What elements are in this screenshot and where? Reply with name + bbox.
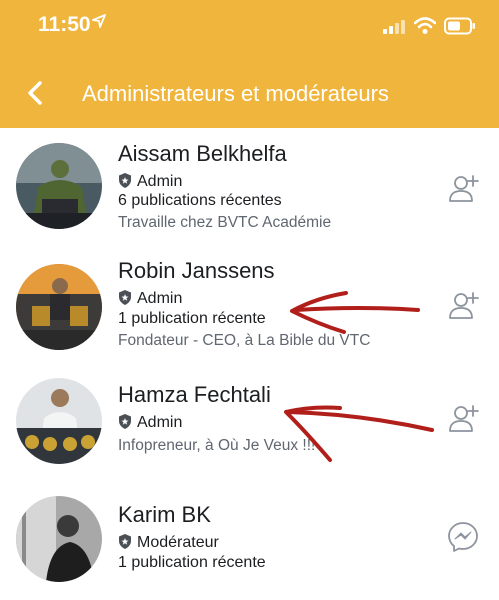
- shield-icon: [119, 173, 131, 188]
- member-role: Modérateur: [118, 534, 219, 552]
- avatar[interactable]: [16, 378, 102, 464]
- status-bar: 11:50: [0, 0, 499, 54]
- member-role-label: Admin: [137, 290, 183, 307]
- header-bar: 11:50 Administrateurs et modérateurs: [0, 0, 499, 128]
- add-friend-icon[interactable]: [446, 403, 480, 437]
- member-role: Admin: [118, 414, 182, 432]
- member-role-label: Admin: [137, 173, 183, 190]
- cellular-signal-icon: [383, 20, 405, 34]
- shield-icon: [119, 414, 131, 429]
- member-name[interactable]: Aissam Belkhelfa: [118, 141, 287, 167]
- avatar[interactable]: [16, 496, 102, 582]
- member-detail: Infopreneur, à Où Je Veux !!!: [118, 437, 316, 454]
- location-arrow-icon: [92, 14, 106, 28]
- messenger-icon[interactable]: [446, 520, 480, 554]
- member-role-label: Admin: [137, 414, 183, 431]
- list-item[interactable]: Karim BK Modérateur 1 publication récent…: [0, 480, 499, 600]
- member-name[interactable]: Karim BK: [118, 502, 211, 528]
- page-title: Administrateurs et modérateurs: [82, 81, 389, 106]
- status-time: 11:50: [38, 13, 91, 36]
- member-role-label: Modérateur: [137, 534, 219, 551]
- battery-icon: [444, 17, 475, 35]
- add-friend-icon[interactable]: [446, 173, 480, 207]
- avatar[interactable]: [16, 264, 102, 350]
- wifi-icon: [414, 17, 436, 34]
- member-posts: 1 publication récente: [118, 310, 266, 327]
- shield-icon: [119, 534, 131, 549]
- back-chevron-icon[interactable]: [22, 78, 52, 108]
- list-item[interactable]: Hamza Fechtali Admin Infopreneur, à Où J…: [0, 370, 499, 480]
- member-detail: Travaille chez BVTC Académie: [118, 214, 332, 231]
- member-posts: 6 publications récentes: [118, 192, 282, 209]
- member-posts: 1 publication récente: [118, 554, 266, 571]
- list-item[interactable]: Aissam Belkhelfa Admin 6 publications ré…: [0, 128, 499, 248]
- member-role: Admin: [118, 290, 182, 308]
- add-friend-icon[interactable]: [446, 290, 480, 324]
- list-item[interactable]: Robin Janssens Admin 1 publication récen…: [0, 248, 499, 370]
- member-name[interactable]: Robin Janssens: [118, 258, 275, 284]
- avatar[interactable]: [16, 143, 102, 229]
- shield-icon: [119, 290, 131, 305]
- member-name[interactable]: Hamza Fechtali: [118, 382, 271, 408]
- member-role: Admin: [118, 173, 182, 191]
- member-detail: Fondateur - CEO, à La Bible du VTC: [118, 332, 371, 349]
